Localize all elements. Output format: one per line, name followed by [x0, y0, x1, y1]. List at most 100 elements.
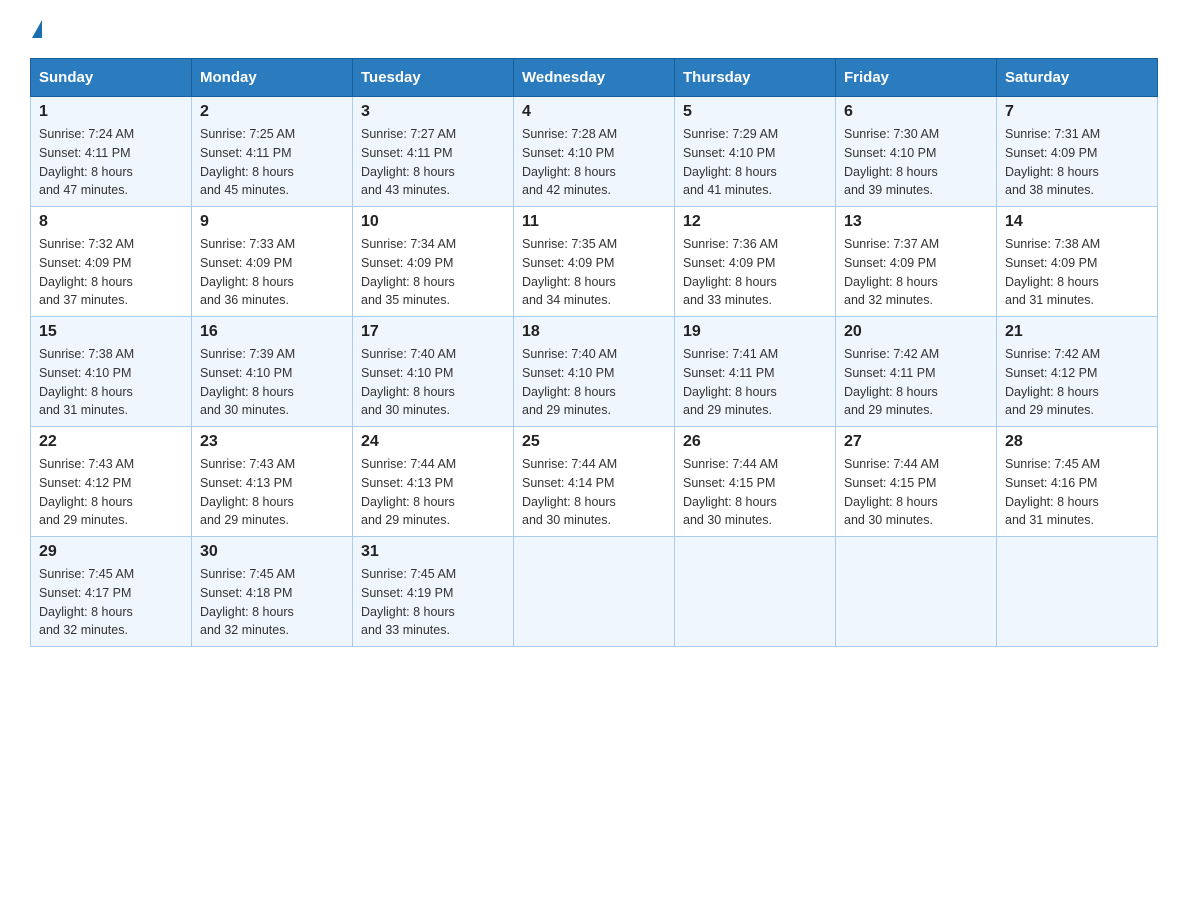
day-number: 26 [683, 433, 827, 451]
day-info: Sunrise: 7:38 AMSunset: 4:09 PMDaylight:… [1005, 235, 1149, 310]
calendar-table: SundayMondayTuesdayWednesdayThursdayFrid… [30, 58, 1158, 647]
calendar-body: 1 Sunrise: 7:24 AMSunset: 4:11 PMDaylight… [31, 97, 1158, 647]
day-number: 14 [1005, 213, 1149, 231]
logo [30, 20, 42, 38]
calendar-cell: 12Sunrise: 7:36 AMSunset: 4:09 PMDayligh… [675, 207, 836, 317]
header-cell-monday: Monday [192, 59, 353, 97]
day-number: 18 [522, 323, 666, 341]
header-cell-tuesday: Tuesday [353, 59, 514, 97]
day-number: 21 [1005, 323, 1149, 341]
calendar-cell: 6 Sunrise: 7:30 AMSunset: 4:10 PMDaylight… [836, 97, 997, 207]
calendar-cell: 22 Sunrise: 7:43 AMSunset: 4:12 PMDayligh… [31, 427, 192, 537]
day-info: Sunrise: 7:43 AMSunset: 4:13 PMDaylight:… [200, 455, 344, 530]
calendar-cell [997, 537, 1158, 647]
calendar-cell: 8 Sunrise: 7:32 AMSunset: 4:09 PMDaylight… [31, 207, 192, 317]
day-info: Sunrise: 7:39 AMSunset: 4:10 PMDaylight:… [200, 345, 344, 420]
day-number: 19 [683, 323, 827, 341]
week-row-5: 29 Sunrise: 7:45 AMSunset: 4:17 PMDayligh… [31, 537, 1158, 647]
day-number: 8 [39, 213, 183, 231]
calendar-cell: 23Sunrise: 7:43 AMSunset: 4:13 PMDayligh… [192, 427, 353, 537]
day-number: 17 [361, 323, 505, 341]
calendar-cell: 11 Sunrise: 7:35 AMSunset: 4:09 PMDayligh… [514, 207, 675, 317]
day-info: Sunrise: 7:41 AMSunset: 4:11 PMDaylight:… [683, 345, 827, 420]
day-number: 9 [200, 213, 344, 231]
day-info: Sunrise: 7:40 AMSunset: 4:10 PMDaylight:… [522, 345, 666, 420]
day-number: 28 [1005, 433, 1149, 451]
calendar-cell: 1 Sunrise: 7:24 AMSunset: 4:11 PMDaylight… [31, 97, 192, 207]
day-info: Sunrise: 7:38 AMSunset: 4:10 PMDaylight:… [39, 345, 183, 420]
calendar-cell: 30 Sunrise: 7:45 AMSunset: 4:18 PMDayligh… [192, 537, 353, 647]
day-number: 24 [361, 433, 505, 451]
day-info: Sunrise: 7:43 AMSunset: 4:12 PMDaylight:… [39, 455, 183, 530]
calendar-cell: 20 Sunrise: 7:42 AMSunset: 4:11 PMDayligh… [836, 317, 997, 427]
calendar-cell: 4Sunrise: 7:28 AMSunset: 4:10 PMDaylight… [514, 97, 675, 207]
calendar-cell: 18 Sunrise: 7:40 AMSunset: 4:10 PMDayligh… [514, 317, 675, 427]
day-number: 7 [1005, 103, 1149, 121]
calendar-cell: 2 Sunrise: 7:25 AMSunset: 4:11 PMDaylight… [192, 97, 353, 207]
calendar-cell: 25Sunrise: 7:44 AMSunset: 4:14 PMDayligh… [514, 427, 675, 537]
header-cell-friday: Friday [836, 59, 997, 97]
calendar-cell: 24Sunrise: 7:44 AMSunset: 4:13 PMDayligh… [353, 427, 514, 537]
header-cell-thursday: Thursday [675, 59, 836, 97]
day-info: Sunrise: 7:45 AMSunset: 4:16 PMDaylight:… [1005, 455, 1149, 530]
calendar-cell: 21 Sunrise: 7:42 AMSunset: 4:12 PMDayligh… [997, 317, 1158, 427]
calendar-cell: 29 Sunrise: 7:45 AMSunset: 4:17 PMDayligh… [31, 537, 192, 647]
page-header [30, 20, 1158, 38]
day-number: 5 [683, 103, 827, 121]
day-number: 20 [844, 323, 988, 341]
week-row-2: 8 Sunrise: 7:32 AMSunset: 4:09 PMDaylight… [31, 207, 1158, 317]
day-number: 13 [844, 213, 988, 231]
day-info: Sunrise: 7:29 AMSunset: 4:10 PMDaylight:… [683, 125, 827, 200]
day-info: Sunrise: 7:42 AMSunset: 4:11 PMDaylight:… [844, 345, 988, 420]
calendar-cell: 31 Sunrise: 7:45 AMSunset: 4:19 PMDayligh… [353, 537, 514, 647]
day-number: 27 [844, 433, 988, 451]
day-info: Sunrise: 7:30 AMSunset: 4:10 PMDaylight:… [844, 125, 988, 200]
calendar-cell: 28 Sunrise: 7:45 AMSunset: 4:16 PMDayligh… [997, 427, 1158, 537]
calendar-cell [675, 537, 836, 647]
day-info: Sunrise: 7:45 AMSunset: 4:18 PMDaylight:… [200, 565, 344, 640]
day-info: Sunrise: 7:25 AMSunset: 4:11 PMDaylight:… [200, 125, 344, 200]
day-number: 2 [200, 103, 344, 121]
day-number: 22 [39, 433, 183, 451]
day-info: Sunrise: 7:24 AMSunset: 4:11 PMDaylight:… [39, 125, 183, 200]
day-number: 15 [39, 323, 183, 341]
calendar-header: SundayMondayTuesdayWednesdayThursdayFrid… [31, 59, 1158, 97]
day-number: 3 [361, 103, 505, 121]
day-number: 4 [522, 103, 666, 121]
week-row-1: 1 Sunrise: 7:24 AMSunset: 4:11 PMDaylight… [31, 97, 1158, 207]
calendar-cell: 19 Sunrise: 7:41 AMSunset: 4:11 PMDayligh… [675, 317, 836, 427]
week-row-3: 15 Sunrise: 7:38 AMSunset: 4:10 PMDayligh… [31, 317, 1158, 427]
day-number: 30 [200, 543, 344, 561]
day-info: Sunrise: 7:45 AMSunset: 4:19 PMDaylight:… [361, 565, 505, 640]
header-row: SundayMondayTuesdayWednesdayThursdayFrid… [31, 59, 1158, 97]
day-number: 10 [361, 213, 505, 231]
calendar-cell: 14 Sunrise: 7:38 AMSunset: 4:09 PMDayligh… [997, 207, 1158, 317]
calendar-cell: 15 Sunrise: 7:38 AMSunset: 4:10 PMDayligh… [31, 317, 192, 427]
day-info: Sunrise: 7:36 AMSunset: 4:09 PMDaylight:… [683, 235, 827, 310]
calendar-cell: 5 Sunrise: 7:29 AMSunset: 4:10 PMDaylight… [675, 97, 836, 207]
calendar-cell: 10 Sunrise: 7:34 AMSunset: 4:09 PMDayligh… [353, 207, 514, 317]
calendar-cell: 9Sunrise: 7:33 AMSunset: 4:09 PMDaylight… [192, 207, 353, 317]
day-number: 29 [39, 543, 183, 561]
day-info: Sunrise: 7:35 AMSunset: 4:09 PMDaylight:… [522, 235, 666, 310]
day-info: Sunrise: 7:37 AMSunset: 4:09 PMDaylight:… [844, 235, 988, 310]
day-number: 31 [361, 543, 505, 561]
calendar-cell: 3Sunrise: 7:27 AMSunset: 4:11 PMDaylight… [353, 97, 514, 207]
day-number: 11 [522, 213, 666, 231]
day-info: Sunrise: 7:42 AMSunset: 4:12 PMDaylight:… [1005, 345, 1149, 420]
day-number: 1 [39, 103, 183, 121]
calendar-cell: 27 Sunrise: 7:44 AMSunset: 4:15 PMDayligh… [836, 427, 997, 537]
calendar-cell [514, 537, 675, 647]
header-cell-saturday: Saturday [997, 59, 1158, 97]
day-info: Sunrise: 7:40 AMSunset: 4:10 PMDaylight:… [361, 345, 505, 420]
day-info: Sunrise: 7:44 AMSunset: 4:15 PMDaylight:… [844, 455, 988, 530]
week-row-4: 22 Sunrise: 7:43 AMSunset: 4:12 PMDayligh… [31, 427, 1158, 537]
day-info: Sunrise: 7:34 AMSunset: 4:09 PMDaylight:… [361, 235, 505, 310]
day-info: Sunrise: 7:45 AMSunset: 4:17 PMDaylight:… [39, 565, 183, 640]
calendar-cell: 7Sunrise: 7:31 AMSunset: 4:09 PMDaylight… [997, 97, 1158, 207]
calendar-cell: 17 Sunrise: 7:40 AMSunset: 4:10 PMDayligh… [353, 317, 514, 427]
calendar-cell: 26Sunrise: 7:44 AMSunset: 4:15 PMDayligh… [675, 427, 836, 537]
header-cell-sunday: Sunday [31, 59, 192, 97]
day-number: 6 [844, 103, 988, 121]
day-info: Sunrise: 7:32 AMSunset: 4:09 PMDaylight:… [39, 235, 183, 310]
